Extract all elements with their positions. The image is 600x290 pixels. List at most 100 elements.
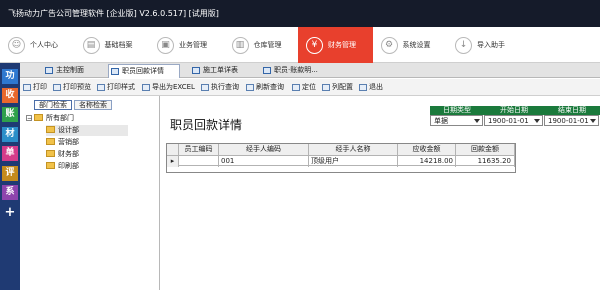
button-label: 执行查询	[211, 83, 239, 91]
tab-staff-account-detail[interactable]: 职员·账款明...	[261, 64, 335, 78]
left-nav-add[interactable]: +	[2, 205, 18, 220]
grid-header-handler-code[interactable]: 经手人编码	[219, 144, 309, 155]
chevron-down-icon	[474, 119, 480, 123]
excel-icon	[142, 84, 150, 91]
tree-node-department[interactable]: 财务部	[46, 149, 79, 160]
tree-node-department[interactable]: 营销部	[46, 137, 79, 148]
end-date-picker[interactable]: 1900-01-01	[544, 115, 599, 126]
module-business[interactable]: ▣ 业务管理	[149, 27, 224, 63]
home-icon	[45, 67, 53, 74]
left-nav-receive[interactable]: 收	[2, 88, 18, 103]
tab-main-panel[interactable]: 主控制面	[43, 64, 103, 78]
exit-button[interactable]: 退出	[359, 81, 383, 94]
module-label: 仓库管理	[253, 41, 282, 49]
export-excel-button[interactable]: 导出为EXCEL	[142, 81, 195, 94]
preview-icon	[53, 84, 61, 91]
table-row[interactable]: ▸ 001 顶级用户 14218.00 11635.20	[167, 155, 515, 167]
start-date-label: 开始日期	[484, 106, 544, 115]
import-icon: ↓	[455, 36, 472, 54]
tab-work-order-detail[interactable]: 施工单详表	[190, 64, 256, 78]
cell-payment[interactable]: 11635.20	[456, 156, 515, 167]
button-label: 定位	[302, 83, 316, 91]
cell-handler-name[interactable]: 顶级用户	[309, 156, 398, 167]
tree-node-label: 印刷部	[58, 162, 79, 170]
tab-staff-payment-detail[interactable]: 职员回款详情	[108, 64, 180, 78]
grid-header-employee-code[interactable]: 员工编码	[179, 144, 219, 155]
report-icon	[111, 68, 119, 75]
search-icon	[201, 84, 209, 91]
end-date-label: 结束日期	[544, 106, 600, 115]
tree-node-label: 所有部门	[46, 114, 74, 122]
tab-label: 职员回款详情	[122, 67, 164, 75]
module-basic-archive[interactable]: ▤ 基础档案	[75, 27, 150, 63]
print-button[interactable]: 打印	[23, 81, 47, 94]
folder-icon	[46, 150, 55, 157]
report-content: 职员回款详情 日期类型 开始日期 结束日期 单据 1900-01-01 1900…	[161, 96, 600, 290]
folder-icon	[34, 114, 43, 121]
document-tabs: 主控制面 职员回款详情 施工单详表 职员·账款明...	[20, 63, 600, 78]
grid-header-payment[interactable]: 回款金额	[456, 144, 515, 155]
tab-label: 职员·账款明...	[274, 66, 318, 74]
app-title: 飞扬动力广告公司管理软件 [企业版] V2.6.0.517] [试用版]	[8, 9, 219, 18]
chevron-down-icon	[590, 119, 596, 123]
chevron-down-icon	[534, 119, 540, 123]
left-nav-evaluate[interactable]: 评	[2, 166, 18, 181]
module-label: 导入助手	[477, 41, 505, 49]
toolbar: 打印 打印预览 打印样式 导出为EXCEL 执行查询 刷新查询 定位 列配置 退…	[20, 79, 600, 96]
report-icon	[192, 67, 200, 74]
run-query-button[interactable]: 执行查询	[201, 81, 239, 94]
module-warehouse[interactable]: ▥ 仓库管理	[224, 27, 299, 63]
tree-node-department[interactable]: 印刷部	[46, 161, 79, 172]
tree-node-all-departments[interactable]: − 所有部门	[26, 113, 74, 124]
locate-button[interactable]: 定位	[292, 81, 316, 94]
left-nav-function[interactable]: 功	[2, 69, 18, 84]
print-icon	[23, 84, 31, 91]
tree-node-label: 设计部	[58, 126, 79, 134]
left-nav-system[interactable]: 系	[2, 185, 18, 200]
folder-icon: ▤	[82, 36, 100, 54]
left-nav-bill[interactable]: 单	[2, 146, 18, 161]
module-personal-center[interactable]: ☺ 个人中心	[0, 27, 75, 63]
cell-handler-code[interactable]: 001	[219, 156, 309, 167]
left-nav-material[interactable]: 材	[2, 127, 18, 142]
gear-icon: ⚙	[380, 36, 398, 54]
start-date-picker[interactable]: 1900-01-01	[484, 115, 543, 126]
select-value: 单据	[434, 117, 448, 125]
folder-icon	[46, 162, 55, 169]
print-preview-button[interactable]: 打印预览	[53, 81, 91, 94]
grid-header-handler-name[interactable]: 经手人名称	[309, 144, 398, 155]
module-settings[interactable]: ⚙ 系统设置	[373, 27, 448, 63]
person-icon: ☺	[8, 36, 25, 54]
collapse-icon[interactable]: −	[26, 115, 32, 122]
button-label: 刷新查询	[256, 83, 284, 91]
select-value: 1900-01-01	[548, 117, 589, 125]
row-indicator: ▸	[167, 156, 179, 167]
folder-icon	[46, 126, 55, 133]
grid-header-row: 员工编码 经手人编码 经手人名称 应收金额 回款金额	[167, 144, 515, 155]
date-type-select[interactable]: 单据	[430, 115, 483, 126]
column-config-button[interactable]: 列配置	[322, 81, 353, 94]
left-nav-account[interactable]: 账	[2, 107, 18, 122]
refresh-query-button[interactable]: 刷新查询	[246, 81, 284, 94]
payment-grid: 员工编码 经手人编码 经手人名称 应收金额 回款金额 ▸ 001 顶级用户 14…	[166, 143, 516, 173]
columns-icon	[322, 84, 330, 91]
print-style-button[interactable]: 打印样式	[97, 81, 135, 94]
button-label: 列配置	[332, 83, 353, 91]
grid-header-receivable[interactable]: 应收金额	[398, 144, 456, 155]
report-icon	[263, 67, 271, 74]
cell-employee-code[interactable]	[179, 156, 219, 167]
tab-label: 施工单详表	[203, 66, 238, 74]
button-label: 退出	[369, 83, 383, 91]
cell-receivable[interactable]: 14218.00	[398, 156, 456, 167]
tree-node-label: 财务部	[58, 150, 79, 158]
tab-department-search[interactable]: 部门检索	[34, 100, 72, 110]
tab-name-search[interactable]: 名称检索	[74, 100, 112, 110]
module-finance[interactable]: ¥ 财务管理	[298, 27, 373, 63]
exit-icon	[359, 84, 367, 91]
warehouse-icon: ▥	[231, 36, 249, 54]
button-label: 打印	[33, 83, 47, 91]
yuan-icon: ¥	[306, 36, 323, 54]
app-window: 飞扬动力广告公司管理软件 [企业版] V2.6.0.517] [试用版] ☺ 个…	[0, 0, 600, 290]
tree-node-department[interactable]: 设计部	[46, 125, 128, 136]
module-import[interactable]: ↓ 导入助手	[447, 27, 522, 63]
